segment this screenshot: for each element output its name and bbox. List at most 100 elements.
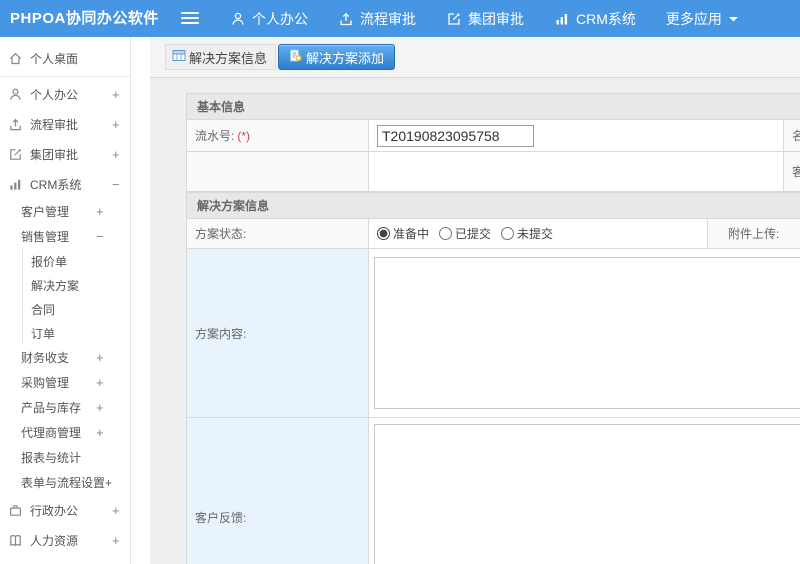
empty-input-cell	[368, 151, 784, 192]
expand-toggle[interactable]: +	[96, 375, 104, 390]
sidebar-item-order[interactable]: 订单	[23, 321, 150, 345]
sidebar-item-solution[interactable]: 解决方案	[23, 273, 150, 297]
sidebar-item-crm[interactable]: CRM系统 −	[0, 169, 150, 199]
status-radio-group: 准备中 已提交 未提交	[377, 225, 707, 242]
sidebar-item-document-mgmt[interactable]: 公文管理 +	[0, 555, 150, 564]
sidebar-item-label: 行政办公	[30, 503, 79, 518]
sidebar-item-label: 人力资源	[30, 533, 79, 548]
expand-toggle[interactable]: +	[112, 117, 120, 132]
serial-number-input-cell	[368, 119, 784, 152]
serial-number-input[interactable]	[377, 124, 534, 147]
solution-form: 基本信息 流水号:(*) 名称: 客户:	[186, 93, 800, 564]
main-content: 基本信息 流水号:(*) 名称: 客户:	[150, 78, 800, 564]
sidebar-item-label: 报表与统计	[21, 451, 82, 465]
expand-toggle[interactable]: +	[96, 350, 104, 365]
radio-preparing[interactable]	[377, 227, 390, 240]
add-icon	[289, 49, 302, 65]
customer-feedback-textarea[interactable]	[374, 424, 800, 564]
sidebar-item-label: 销售管理	[21, 230, 70, 244]
nav-item-label: 集团审批	[468, 10, 524, 27]
expand-toggle[interactable]: −	[96, 229, 104, 244]
user-icon	[230, 11, 246, 27]
name-label: 名称:	[792, 129, 800, 143]
attachment-upload-label: 附件上传:	[728, 227, 780, 241]
app-logo: PHPOA协同办公软件	[10, 10, 159, 27]
sidebar-item-group-approval[interactable]: 集团审批 +	[0, 139, 150, 169]
radio-option-submitted[interactable]: 已提交	[439, 225, 491, 242]
expand-toggle[interactable]: +	[112, 533, 120, 548]
nav-item-label: 个人办公	[252, 10, 308, 27]
button-label: 解决方案添加	[306, 50, 385, 66]
feedback-label-cell: 客户反馈:	[186, 417, 369, 564]
sidebar-item-reports[interactable]: 报表与统计	[0, 445, 150, 470]
radio-label: 准备中	[393, 227, 430, 241]
edit-icon	[8, 147, 23, 162]
radio-submitted[interactable]	[439, 227, 453, 240]
sidebar-item-hr[interactable]: 人力资源 +	[0, 525, 150, 555]
nav-item-label: CRM系统	[576, 10, 636, 27]
sidebar-item-workflow-approval[interactable]: 流程审批 +	[0, 109, 150, 139]
radio-label: 未提交	[517, 227, 554, 241]
nav-item-personal-office[interactable]: 个人办公	[215, 0, 323, 37]
sidebar-item-personal-office[interactable]: 个人办公 +	[0, 79, 150, 109]
empty-label-cell	[186, 151, 369, 192]
edit-icon	[446, 11, 462, 27]
status-label-cell: 方案状态:	[186, 218, 369, 249]
sidebar-item-label: 采购管理	[21, 376, 70, 390]
expand-toggle[interactable]: −	[112, 177, 120, 192]
nav-item-crm[interactable]: CRM系统	[539, 0, 651, 37]
tab-solution-info[interactable]: 解决方案信息	[165, 44, 277, 70]
solution-content-label: 方案内容:	[195, 326, 247, 341]
customer-label-cell: 客户:	[783, 151, 800, 192]
sidebar-item-label: 集团审批	[30, 147, 79, 162]
expand-toggle[interactable]: +	[112, 503, 120, 518]
nav-item-group-approval[interactable]: 集团审批	[431, 0, 539, 37]
workflow-icon	[338, 11, 354, 27]
radio-option-unsubmitted[interactable]: 未提交	[501, 225, 553, 242]
sidebar-item-label: 个人办公	[30, 87, 79, 102]
hamburger-menu-icon[interactable]	[181, 10, 199, 26]
sidebar-item-form-workflow-settings[interactable]: 表单与流程设置+	[0, 470, 150, 495]
sidebar-item-sales-mgmt[interactable]: 销售管理 −	[0, 224, 150, 249]
expand-toggle[interactable]: +	[96, 425, 104, 440]
workflow-icon	[8, 117, 23, 132]
name-label-cell: 名称:	[783, 119, 800, 152]
sidebar-item-label: 解决方案	[31, 278, 80, 293]
sidebar-item-contract[interactable]: 合同	[23, 297, 150, 321]
sidebar-item-label: 财务收支	[21, 351, 70, 365]
solution-content-textarea[interactable]	[374, 257, 800, 409]
sidebar-item-purchase[interactable]: 采购管理 +	[0, 370, 150, 395]
required-mark: (*)	[237, 129, 251, 143]
section-header-basic-info: 基本信息	[186, 93, 800, 120]
nav-item-label: 流程审批	[360, 10, 416, 27]
sidebar-item-agent-mgmt[interactable]: 代理商管理 +	[0, 420, 150, 445]
expand-toggle[interactable]: +	[96, 400, 104, 415]
nav-menu: 个人办公 流程审批 集团审批 CRM系统 更多应用	[215, 0, 754, 37]
sidebar-item-customer-mgmt[interactable]: 客户管理 +	[0, 199, 150, 224]
nav-item-label: 更多应用	[665, 10, 722, 27]
expand-toggle[interactable]: +	[112, 87, 120, 102]
nav-item-workflow-approval[interactable]: 流程审批	[323, 0, 431, 37]
radio-unsubmitted[interactable]	[501, 227, 515, 240]
chart-icon	[8, 177, 23, 192]
sidebar-item-admin-office[interactable]: 行政办公 +	[0, 495, 150, 525]
app-window: PHPOA协同办公软件 个人办公 流程审批 集团审批 CRM系统 更多应用 个人…	[0, 0, 800, 564]
sidebar-item-label: 个人桌面	[30, 51, 79, 66]
expand-toggle[interactable]: +	[112, 147, 120, 162]
sidebar-item-label: 合同	[31, 302, 56, 317]
expand-toggle[interactable]: +	[96, 204, 104, 219]
tab-bar: 解决方案信息 解决方案添加	[150, 37, 800, 78]
sidebar-item-personal-desktop[interactable]: 个人桌面	[0, 43, 150, 73]
add-solution-button[interactable]: 解决方案添加	[278, 44, 396, 70]
sidebar-item-label: 表单与流程设置+	[21, 476, 113, 490]
section-header-solution-info: 解决方案信息	[186, 192, 800, 219]
sidebar-item-finance[interactable]: 财务收支 +	[0, 345, 150, 370]
nav-item-more-apps[interactable]: 更多应用	[651, 0, 754, 37]
sidebar-item-product-inventory[interactable]: 产品与库存 +	[0, 395, 150, 420]
sidebar-item-quotation[interactable]: 报价单	[23, 249, 150, 273]
content-editor-cell	[368, 248, 800, 418]
sidebar-item-label: 代理商管理	[21, 426, 82, 440]
customer-feedback-label: 客户反馈:	[195, 511, 247, 525]
feedback-editor-cell	[368, 417, 800, 564]
radio-option-preparing[interactable]: 准备中	[377, 225, 429, 242]
